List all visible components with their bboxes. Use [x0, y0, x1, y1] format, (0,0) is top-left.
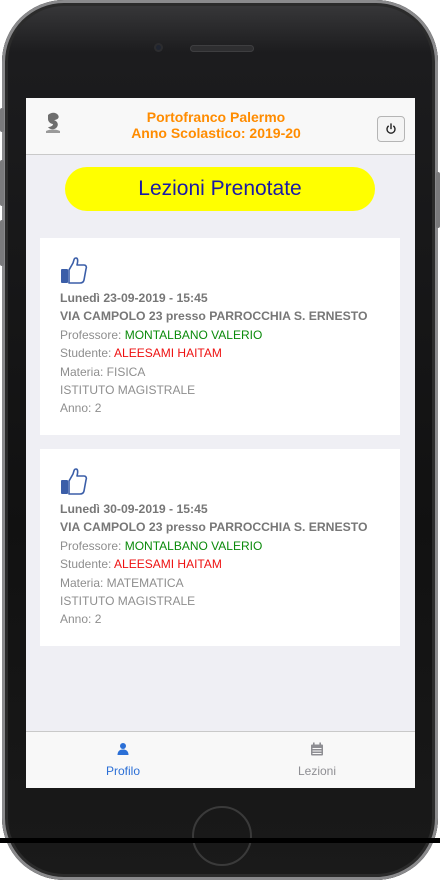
power-side-button [436, 172, 440, 228]
student-label: Studente: [60, 346, 115, 361]
bottom-edge [0, 838, 440, 843]
lesson-date: Lunedì 30-09-2019 - 15:45 [60, 502, 208, 516]
student-label: Studente: [60, 557, 115, 572]
professor-label: Professore: [60, 538, 125, 553]
lesson-school: ISTITUTO MAGISTRALE [60, 594, 196, 609]
power-icon [386, 123, 396, 134]
app-screen: Portofranco Palermo Anno Scolastico: 201… [26, 98, 415, 788]
lesson-year: Anno: 2 [60, 612, 102, 627]
calendar-icon [311, 742, 323, 756]
lesson-professor: Professore: MONTALBANO VALERIO [60, 326, 395, 344]
lesson-subject: Materia: FISICA [60, 364, 146, 379]
lesson-location: VIA CAMPOLO 23 presso PARROCCHIA S. ERNE… [60, 520, 368, 535]
lesson-professor: Professore: MONTALBANO VALERIO [60, 537, 395, 555]
lesson-location: VIA CAMPOLO 23 presso PARROCCHIA S. ERNE… [60, 309, 368, 324]
app-header: Portofranco Palermo Anno Scolastico: 201… [26, 98, 415, 155]
mute-switch [0, 108, 4, 132]
professor-label: Professore: [60, 327, 125, 342]
lesson-school: ISTITUTO MAGISTRALE [60, 383, 196, 398]
volume-up-button [0, 160, 4, 206]
lesson-date: Lunedì 23-09-2019 - 15:45 [60, 291, 208, 305]
student-name: ALEESAMI HAITAM [114, 557, 222, 572]
app-logo-icon [46, 112, 60, 133]
volume-down-button [0, 220, 4, 266]
person-icon [117, 743, 129, 755]
thumbs-up-icon [61, 257, 88, 284]
thumbs-up-icon [61, 468, 88, 495]
lesson-student: Studente: ALEESAMI HAITAM [60, 555, 395, 573]
lesson-card[interactable]: Lunedì 23-09-2019 - 15:45 VIA CAMPOLO 23… [40, 238, 400, 435]
professor-name: MONTALBANO VALERIO [124, 538, 263, 553]
header-title-line1: Portofranco Palermo [146, 109, 286, 125]
header-title-line2: Anno Scolastico: 2019-20 [131, 125, 301, 141]
tab-lezioni[interactable]: Lezioni [220, 732, 414, 788]
lesson-subject: Materia: MATEMATICA [60, 575, 184, 590]
bottom-tab-bar: Profilo Lezioni [26, 731, 415, 788]
logout-button[interactable] [377, 116, 405, 142]
home-button [192, 806, 252, 866]
front-camera [154, 43, 163, 52]
phone-frame: Portofranco Palermo Anno Scolastico: 201… [0, 0, 440, 880]
earpiece-speaker [190, 45, 254, 52]
lesson-card[interactable]: Lunedì 30-09-2019 - 15:45 VIA CAMPOLO 23… [40, 449, 400, 646]
tab-profilo-label: Profilo [105, 764, 140, 778]
page-title: Lezioni Prenotate [65, 167, 375, 211]
tab-profilo[interactable]: Profilo [26, 732, 220, 788]
professor-name: MONTALBANO VALERIO [124, 327, 263, 342]
tab-lezioni-label: Lezioni [297, 764, 337, 778]
lesson-year: Anno: 2 [60, 401, 102, 416]
lesson-student: Studente: ALEESAMI HAITAM [60, 344, 395, 362]
student-name: ALEESAMI HAITAM [114, 346, 222, 361]
